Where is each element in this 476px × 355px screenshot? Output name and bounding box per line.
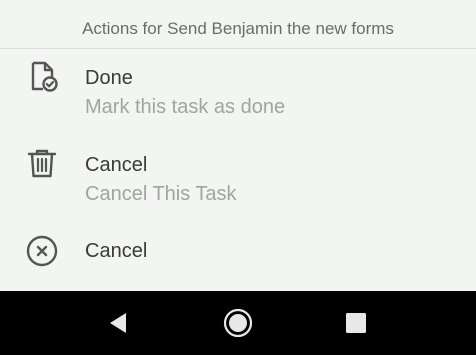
recents-icon[interactable] — [336, 303, 376, 343]
task-done-icon — [24, 58, 60, 94]
home-icon[interactable] — [218, 303, 258, 343]
action-cancel-task-sublabel: Cancel This Task — [85, 183, 237, 205]
action-cancel-task-label: Cancel — [85, 154, 148, 176]
sheet-title: Actions for Send Benjamin the new forms — [0, 0, 476, 49]
action-cancel[interactable]: Cancel — [0, 228, 476, 278]
action-done-label: Done — [85, 67, 133, 89]
trash-icon — [24, 145, 60, 181]
back-icon[interactable] — [98, 303, 138, 343]
action-done-sublabel: Mark this task as done — [85, 96, 286, 118]
action-sheet: Actions for Send Benjamin the new forms … — [0, 0, 476, 291]
action-cancel-label: Cancel — [85, 240, 148, 262]
action-done[interactable]: Done Mark this task as done — [0, 56, 476, 132]
action-cancel-task[interactable]: Cancel Cancel This Task — [0, 143, 476, 219]
system-navigation-bar — [0, 291, 476, 355]
close-circle-icon — [24, 233, 60, 269]
